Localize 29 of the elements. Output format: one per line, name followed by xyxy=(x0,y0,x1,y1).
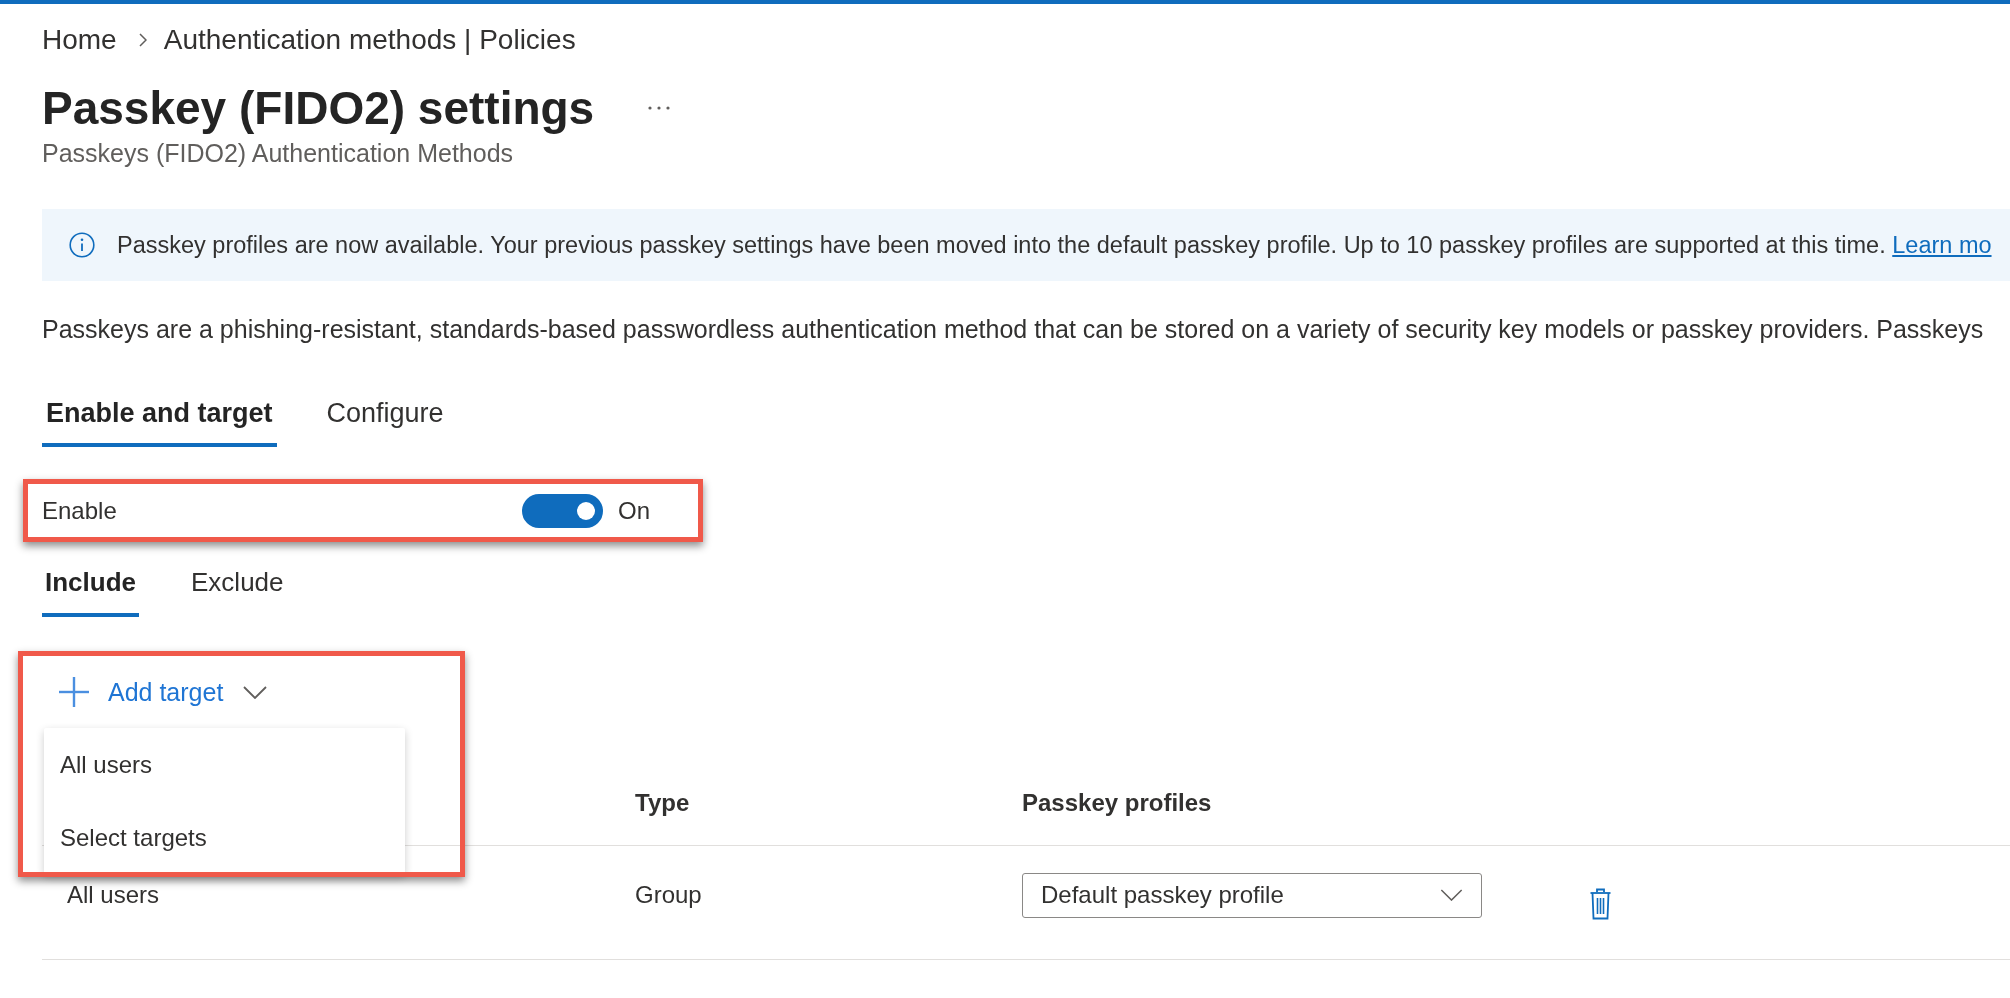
table-cell-text: All users xyxy=(66,881,161,909)
trash-icon[interactable] xyxy=(1590,888,1611,920)
banner-message: Passkey profiles are now available. Your previous passkey settings have been moved into the default passkey profile. Up to 10 passkey profiles are supported at this time. Learn mo xyxy=(117,231,1992,260)
tab[interactable]: Enable and target xyxy=(42,386,277,447)
profile-select[interactable]: Default passkey profile xyxy=(1022,872,1482,918)
tab[interactable]: Configure xyxy=(322,386,448,447)
tab[interactable]: Exclude xyxy=(188,553,287,617)
toggle-switch[interactable] xyxy=(522,493,603,528)
field-label: Enable xyxy=(42,496,118,525)
chevron-down-icon xyxy=(243,685,268,699)
add-target-button[interactable]: Add target xyxy=(51,668,276,716)
page-title: Passkey (FIDO2) settings xyxy=(42,81,595,136)
more-icon[interactable] xyxy=(648,106,671,110)
page-subtitle: Passkeys (FIDO2) Authentication Methods xyxy=(42,138,514,169)
toggle-state-label: On xyxy=(618,496,650,525)
menu-item[interactable]: Select targets xyxy=(44,801,405,874)
description-text: Passkeys are a phishing-resistant, standards-based passwordless authentication method that can be stored on a variety of security key models or passkey providers. Passkeys xyxy=(42,314,1984,345)
plus-icon xyxy=(59,677,89,707)
table-cell-text: Group xyxy=(635,881,703,909)
column-header: Passkey profiles xyxy=(1022,788,1213,817)
breadcrumb-link[interactable]: Home xyxy=(42,24,117,56)
breadcrumb-link[interactable]: Authentication methods | Policies xyxy=(163,24,576,56)
info-icon xyxy=(69,232,95,258)
chevron-right-icon xyxy=(138,33,147,47)
tab[interactable]: Include xyxy=(42,553,139,617)
menu-item[interactable]: All users xyxy=(44,728,405,801)
learn-more-link[interactable]: Learn mo xyxy=(1892,232,1992,258)
column-header: Type xyxy=(635,788,691,817)
chevron-down-icon xyxy=(1440,889,1463,901)
